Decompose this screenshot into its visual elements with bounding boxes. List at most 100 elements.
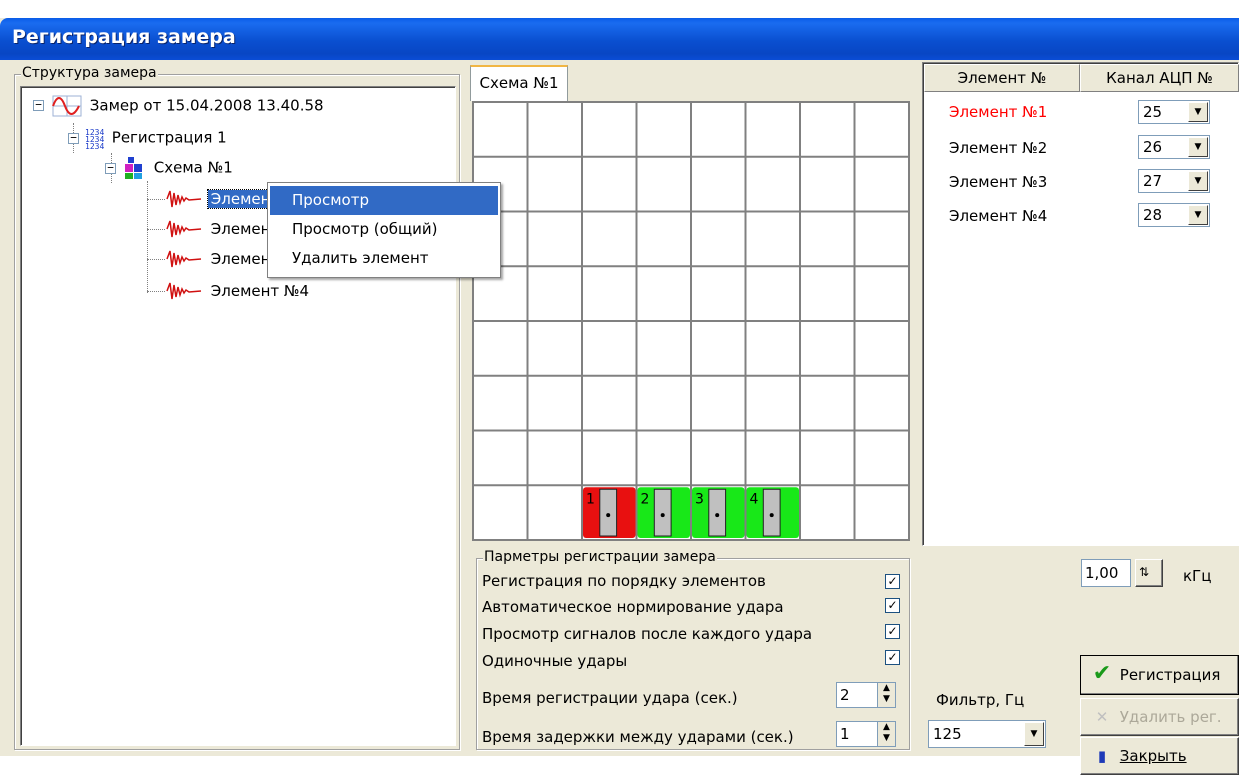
scheme-block-dot xyxy=(769,513,774,518)
param-checkbox[interactable]: ✓ xyxy=(885,650,900,665)
param-check-label: Регистрация по порядку элементов xyxy=(482,572,766,590)
channel-select-value: 26 xyxy=(1143,138,1163,156)
scheme-block-core xyxy=(762,488,781,537)
channel-select[interactable]: 28 ▼ xyxy=(1138,203,1210,227)
header-element[interactable]: Элемент № xyxy=(924,64,1080,92)
signal-icon xyxy=(166,190,202,208)
close-button[interactable]: ▮ Закрыть xyxy=(1080,737,1239,775)
header-channel-label: Канал АЦП № xyxy=(1106,69,1213,87)
register-button-label: Регистрация xyxy=(1119,666,1221,684)
scheme-block-core xyxy=(653,488,672,537)
channel-row-element: Элемент №4 xyxy=(949,207,1048,225)
frequency-toggle-button[interactable]: ⇅ xyxy=(1135,559,1163,587)
impact-time-label: Время регистрации удара (сек.) xyxy=(482,689,738,707)
collapse-toggle[interactable]: − xyxy=(33,99,44,111)
scheme-block-core xyxy=(708,488,727,537)
param-check-label: Автоматическое нормирование удара xyxy=(482,598,784,616)
menu-item-view-all[interactable]: Просмотр (общий) xyxy=(270,215,498,244)
register-button[interactable]: ✔ Регистрация xyxy=(1080,655,1239,695)
tree-registration[interactable]: 1234 1234 1234 Регистрация 1 xyxy=(83,125,227,151)
channel-select[interactable]: 26 ▼ xyxy=(1138,135,1210,159)
context-menu: Просмотр Просмотр (общий) Удалить элемен… xyxy=(267,182,501,278)
param-checkbox[interactable]: ✓ xyxy=(885,574,900,589)
close-button-label: Закрыть xyxy=(1119,747,1187,765)
chevron-down-icon[interactable]: ▼ xyxy=(1188,102,1208,122)
channel-select-value: 27 xyxy=(1143,172,1163,190)
arrows-icon: ⇅ xyxy=(1139,565,1150,579)
filter-value: 125 xyxy=(933,725,962,743)
param-checkbox[interactable]: ✓ xyxy=(885,624,900,639)
delete-reg-button[interactable]: ✕ Удалить рег. xyxy=(1080,698,1239,736)
chevron-down-icon[interactable]: ▼ xyxy=(1188,205,1208,225)
collapse-toggle[interactable]: − xyxy=(68,132,79,144)
tree-scheme-label: Схема №1 xyxy=(153,158,233,177)
channel-row-element: Элемент №1 xyxy=(949,103,1048,121)
collapse-toggle[interactable]: − xyxy=(105,162,116,174)
chevron-down-icon[interactable]: ▼ xyxy=(1024,722,1044,746)
impact-time-value: 2 xyxy=(840,686,850,704)
numbers-icon: 1234 1234 1234 xyxy=(85,128,104,151)
channel-select-value: 25 xyxy=(1143,103,1163,121)
delete-reg-button-label: Удалить рег. xyxy=(1119,708,1222,726)
tree-registration-label: Регистрация 1 xyxy=(111,128,227,147)
menu-item-delete[interactable]: Удалить элемент xyxy=(270,244,498,273)
menu-item-view[interactable]: Просмотр xyxy=(270,186,498,215)
title-bar[interactable]: Регистрация замера xyxy=(0,18,1239,60)
signal-icon xyxy=(166,282,202,300)
scheme-block[interactable]: 4 xyxy=(746,487,800,538)
param-check-label: Одиночные удары xyxy=(482,652,628,670)
impact-time-spinner[interactable]: 2 ▲ ▼ xyxy=(836,682,896,708)
filter-label: Фильтр, Гц xyxy=(936,691,1025,709)
checkmark-icon: ✔ xyxy=(1092,661,1112,686)
scheme-grid-canvas[interactable]: 1 2 3 4 xyxy=(473,102,909,540)
chevron-down-icon[interactable]: ▼ xyxy=(1188,137,1208,157)
window-title: Регистрация замера xyxy=(12,26,236,48)
scheme-block[interactable]: 3 xyxy=(692,487,745,538)
delay-time-value: 1 xyxy=(840,725,850,743)
tree-line xyxy=(147,259,165,260)
header-channel[interactable]: Канал АЦП № xyxy=(1080,64,1239,92)
tree-line xyxy=(147,199,165,200)
menu-item-label: Удалить элемент xyxy=(292,249,429,267)
channel-row-element: Элемент №3 xyxy=(949,173,1048,191)
frequency-input[interactable]: 1,00 xyxy=(1081,559,1131,587)
structure-group-label: Структура замера xyxy=(21,65,158,81)
tree-element[interactable]: Элемент №4 xyxy=(165,279,312,301)
channel-select-value: 28 xyxy=(1143,206,1163,224)
spin-arrows-icon[interactable]: ▲ ▼ xyxy=(877,722,895,746)
scheme-block-number: 1 xyxy=(586,491,595,507)
signal-icon xyxy=(166,220,202,238)
delay-time-spinner[interactable]: 1 ▲ ▼ xyxy=(836,721,896,747)
svg-text:1234: 1234 xyxy=(85,142,104,151)
channel-row-element: Элемент №2 xyxy=(949,139,1048,157)
param-check-label: Просмотр сигналов после каждого удара xyxy=(482,625,813,643)
tree-root-label: Замер от 15.04.2008 13.40.58 xyxy=(89,96,324,115)
channel-select[interactable]: 27 ▼ xyxy=(1138,169,1210,193)
channel-select[interactable]: 25 ▼ xyxy=(1138,100,1210,124)
tree-scheme[interactable]: Схема №1 xyxy=(121,155,233,179)
chevron-down-icon[interactable]: ▼ xyxy=(1188,171,1208,191)
frequency-unit: кГц xyxy=(1183,567,1212,585)
tab-scheme-label: Схема №1 xyxy=(479,74,559,92)
spin-arrows-icon[interactable]: ▲ ▼ xyxy=(877,683,895,707)
menu-item-label: Просмотр (общий) xyxy=(292,220,438,238)
scheme-block-number: 2 xyxy=(641,491,650,507)
scheme-block[interactable]: 1 xyxy=(583,487,636,538)
scheme-grid[interactable]: 1 2 3 4 xyxy=(472,101,910,541)
menu-item-label: Просмотр xyxy=(292,191,369,209)
tree-line xyxy=(147,229,165,230)
scheme-block-dot xyxy=(660,513,665,518)
window: Регистрация замера Структура замера − За… xyxy=(0,0,1239,775)
filter-select[interactable]: 125 ▼ xyxy=(928,720,1046,748)
sine-wave-icon xyxy=(52,95,82,117)
tree-root[interactable]: Замер от 15.04.2008 13.40.58 xyxy=(51,93,324,117)
scheme-block-dot xyxy=(606,513,611,518)
param-checkbox[interactable]: ✓ xyxy=(885,598,900,613)
top-strip xyxy=(0,0,1239,18)
scheme-block[interactable]: 2 xyxy=(637,487,691,538)
door-icon: ▮ xyxy=(1097,747,1107,765)
tree-line xyxy=(147,291,165,292)
tab-scheme-1[interactable]: Схема №1 xyxy=(470,65,568,101)
scheme-block-number: 3 xyxy=(695,491,704,507)
delete-icon: ✕ xyxy=(1095,708,1109,726)
